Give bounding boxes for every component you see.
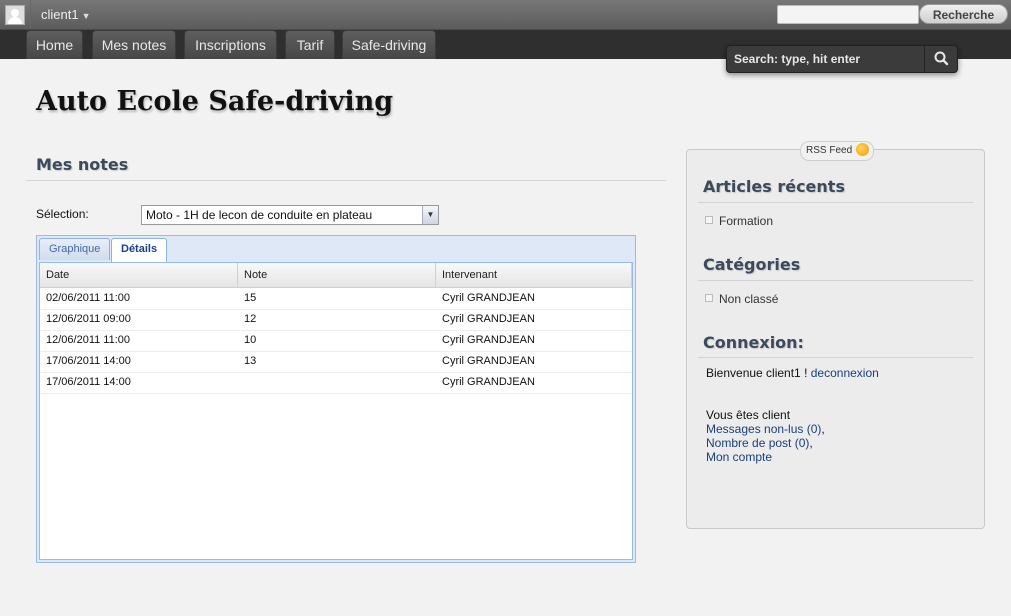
logout-link[interactable]: deconnexion	[811, 366, 879, 380]
user-menu[interactable]: client1 ▼	[30, 0, 99, 29]
comma: ,	[821, 422, 825, 436]
column-header-intervenant[interactable]: Intervenant	[436, 263, 632, 287]
cell-date: 02/06/2011 11:00	[46, 292, 131, 304]
bullet-icon	[705, 294, 713, 302]
rss-feed-link[interactable]: RSS Feed	[800, 141, 875, 161]
avatar[interactable]	[5, 5, 25, 25]
admin-bar: client1 ▼ Recherche	[0, 0, 1011, 30]
divider	[698, 280, 973, 281]
site-title[interactable]: Auto Ecole Safe-driving	[36, 86, 393, 117]
posts-line: Nombre de post (0),	[706, 436, 813, 450]
table-row[interactable]: 17/06/2011 14:00 13 Cyril GRANDJEAN	[40, 351, 632, 373]
cell-date: 17/06/2011 14:00	[46, 355, 131, 367]
page-title: Mes notes	[36, 155, 129, 174]
column-header-note[interactable]: Note	[238, 263, 436, 287]
column-header-date[interactable]: Date	[40, 263, 238, 287]
rss-icon	[856, 143, 870, 156]
nav-tab-inscriptions[interactable]: Inscriptions	[184, 30, 277, 59]
cell-note: 10	[244, 334, 257, 346]
nav-tab-tarif[interactable]: Tarif	[285, 30, 335, 59]
tab-graphique[interactable]: Graphique	[39, 238, 111, 260]
category-link[interactable]: Non classé	[719, 292, 778, 306]
search-icon[interactable]	[924, 46, 957, 72]
nav-tab-home[interactable]: Home	[26, 30, 83, 59]
divider	[26, 180, 666, 181]
admin-search-input[interactable]	[777, 5, 919, 24]
chevron-down-icon[interactable]: ▼	[422, 206, 438, 224]
nav-tab-mes-notes[interactable]: Mes notes	[92, 30, 176, 59]
cell-intervenant: Cyril GRANDJEAN	[442, 376, 535, 388]
rss-label: RSS Feed	[806, 145, 853, 156]
messages-link[interactable]: Messages non-lus (0)	[706, 422, 821, 436]
cell-intervenant: Cyril GRANDJEAN	[442, 292, 535, 304]
selection-label: Sélection:	[36, 207, 89, 221]
admin-search-button[interactable]: Recherche	[919, 4, 1008, 24]
welcome-line: Bienvenue client1 ! deconnexion	[706, 366, 879, 380]
table-row[interactable]: 02/06/2011 11:00 15 Cyril GRANDJEAN	[40, 288, 632, 310]
site-search-placeholder: Search: type, hit enter	[734, 52, 861, 66]
caret-down-icon: ▼	[81, 11, 91, 21]
divider	[698, 202, 973, 203]
cell-note: 12	[244, 313, 257, 325]
cell-intervenant: Cyril GRANDJEAN	[442, 334, 535, 346]
notes-grid: Date Note Intervenant 02/06/2011 11:00 1…	[39, 262, 633, 560]
messages-line: Messages non-lus (0),	[706, 422, 825, 436]
comma: ,	[809, 436, 813, 450]
user-name: client1	[41, 7, 79, 22]
cell-date: 17/06/2011 14:00	[46, 376, 131, 388]
selection-dropdown[interactable]: Moto - 1H de lecon de conduite en platea…	[141, 205, 439, 225]
cell-date: 12/06/2011 09:00	[46, 313, 131, 325]
table-row[interactable]: 17/06/2011 14:00 Cyril GRANDJEAN	[40, 372, 632, 394]
cell-intervenant: Cyril GRANDJEAN	[442, 355, 535, 367]
nav-tab-safe-driving[interactable]: Safe-driving	[342, 30, 436, 59]
notes-panel: Graphique Détails Date Note Intervenant …	[36, 235, 636, 563]
bullet-icon	[705, 216, 713, 224]
cell-date: 12/06/2011 11:00	[46, 334, 131, 346]
cell-note: 13	[244, 355, 257, 367]
table-row[interactable]: 12/06/2011 11:00 10 Cyril GRANDJEAN	[40, 330, 632, 352]
list-item: Formation	[705, 214, 773, 228]
cell-note: 15	[244, 292, 257, 304]
divider	[698, 357, 973, 358]
recent-article-link[interactable]: Formation	[719, 214, 773, 228]
account-link[interactable]: Mon compte	[706, 450, 772, 464]
welcome-text: Bienvenue client1 !	[706, 366, 811, 380]
selection-value: Moto - 1H de lecon de conduite en platea…	[146, 208, 373, 222]
list-item: Non classé	[705, 292, 778, 306]
cell-intervenant: Cyril GRANDJEAN	[442, 313, 535, 325]
posts-link[interactable]: Nombre de post (0)	[706, 436, 809, 450]
account-line: Mon compte	[706, 450, 772, 464]
grid-header: Date Note Intervenant	[40, 263, 632, 288]
table-row[interactable]: 12/06/2011 09:00 12 Cyril GRANDJEAN	[40, 309, 632, 331]
site-search-input[interactable]: Search: type, hit enter	[726, 45, 958, 73]
categories-title: Catégories	[703, 255, 801, 274]
connexion-title: Connexion:	[703, 333, 804, 352]
tab-details[interactable]: Détails	[111, 238, 168, 262]
status-text: Vous êtes client	[706, 408, 791, 422]
recent-articles-title: Articles récents	[703, 177, 845, 196]
